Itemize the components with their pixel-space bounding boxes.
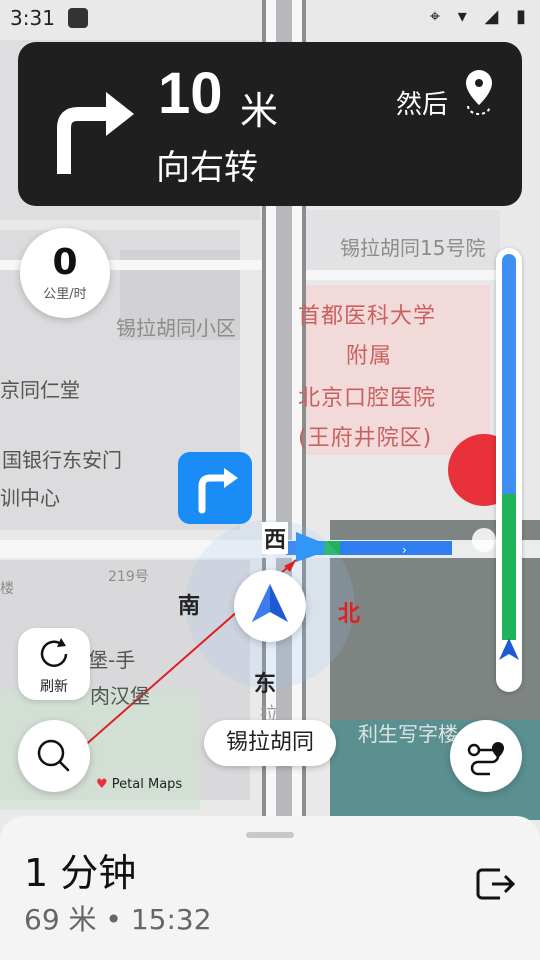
map-label: 锡拉胡同15号院 (340, 236, 486, 260)
distance-unit: 米 (240, 89, 279, 133)
search-button[interactable] (18, 720, 90, 792)
route-overview-icon (467, 742, 504, 776)
compass-east: 东 (254, 672, 277, 697)
map-label: 京同仁堂 (0, 378, 80, 402)
progress-remaining (502, 254, 516, 494)
compass-south: 南 (178, 594, 201, 619)
turn-badge (178, 452, 252, 524)
eta-duration: 1 分钟 (24, 851, 137, 895)
notification-icon (68, 8, 88, 28)
map-label: 利生写字楼 (358, 722, 458, 746)
progress-position-icon (499, 638, 519, 660)
brand-name: Petal Maps (111, 777, 183, 792)
exit-navigation-button[interactable] (470, 860, 518, 908)
status-bar: 3:31 ⌖ ▾ ◢ ▮ (0, 0, 540, 36)
speedometer: 0 公里/时 (20, 228, 110, 318)
map-label: 219号 (108, 569, 149, 585)
compass-north: 北 (338, 602, 361, 627)
search-icon (37, 739, 70, 772)
svg-text:›: › (402, 543, 407, 557)
poi-label: (王府井院区) (298, 426, 433, 451)
refresh-button[interactable]: 刷新 (18, 628, 90, 700)
speed-value: 0 (52, 242, 78, 283)
sheet-drag-handle[interactable] (246, 832, 294, 838)
turn-right-icon (198, 468, 238, 514)
navigation-arrow-icon (252, 584, 288, 622)
turn-instruction: 向右转 (156, 148, 258, 188)
current-street-label: 锡拉胡同 (204, 720, 336, 766)
eta-details: 69 米 • 15:32 (24, 903, 212, 936)
compass-west: 西 (262, 522, 289, 554)
map-label: 训中心 (0, 486, 60, 510)
status-time: 3:31 (10, 6, 55, 30)
map-label: 锡拉胡同小区 (116, 316, 236, 340)
trip-summary-sheet[interactable]: 1 分钟 69 米 • 15:32 (0, 816, 540, 960)
status-icons: ⌖ ▾ ◢ ▮ (429, 6, 532, 27)
turn-right-icon (57, 92, 134, 174)
refresh-icon (40, 638, 68, 667)
poi-label: 首都医科大学 (298, 304, 437, 329)
navigation-instruction-card[interactable]: 10 米 向右转 然后 (18, 42, 522, 206)
refresh-label: 刷新 (40, 679, 68, 695)
map-label: 肉汉堡 (90, 684, 150, 708)
petal-maps-icon: ♥ (96, 777, 108, 792)
map-label: 楼 (0, 581, 14, 597)
map-label: 堡-手 (88, 648, 136, 672)
distance-value: 10 (158, 61, 223, 126)
map-label: 国银行东安门 (2, 448, 122, 472)
progress-segment (502, 494, 516, 640)
route-progress-bar (496, 248, 522, 692)
destination-pin-icon (466, 70, 492, 115)
then-label: 然后 (396, 90, 449, 120)
poi-label: 北京口腔医院 (298, 386, 437, 411)
speed-unit: 公里/时 (43, 287, 87, 302)
current-location-marker (234, 570, 306, 642)
exit-icon (476, 868, 516, 900)
route-overview-button[interactable] (450, 720, 522, 792)
poi-label: 附属 (346, 344, 393, 369)
brand-logo: ♥ Petal Maps (96, 777, 182, 792)
